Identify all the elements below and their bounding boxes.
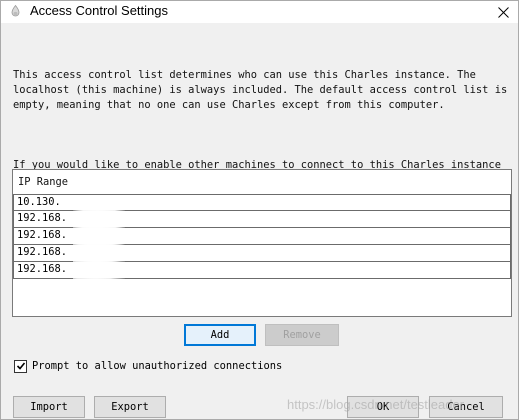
import-button[interactable]: Import [13,396,85,418]
ip-range-row[interactable]: 10.130. [13,194,511,211]
ip-range-column-header: IP Range [18,176,69,188]
window-title: Access Control Settings [30,3,169,18]
title-bar: Access Control Settings [1,1,518,23]
access-control-dialog: Access Control Settings This access cont… [0,0,519,420]
remove-button[interactable]: Remove [265,324,339,346]
close-button[interactable] [488,1,518,23]
description-paragraph-1: This access control list determines who … [13,69,508,111]
ok-button[interactable]: OK [347,396,419,418]
prompt-unauthorized-label: Prompt to allow unauthorized connections [32,360,283,372]
prompt-unauthorized-checkbox[interactable] [14,359,27,373]
close-icon [497,6,509,18]
charles-app-icon [8,4,23,19]
add-button[interactable]: Add [184,324,256,346]
ip-range-row[interactable]: 192.168. [13,211,511,228]
ip-range-row[interactable]: 192.168. [13,262,511,279]
ip-range-row[interactable]: 192.168. [13,245,511,262]
ip-range-table[interactable]: IP Range 10.130. 192.168. 192.168. 192.1… [12,169,512,317]
checkmark-icon [16,362,25,370]
export-button[interactable]: Export [94,396,166,418]
ip-range-rows: 10.130. 192.168. 192.168. 192.168. 192.1… [13,194,511,279]
cancel-button[interactable]: Cancel [429,396,503,418]
prompt-unauthorized-option[interactable]: Prompt to allow unauthorized connections [14,358,282,374]
ip-range-row[interactable]: 192.168. [13,228,511,245]
